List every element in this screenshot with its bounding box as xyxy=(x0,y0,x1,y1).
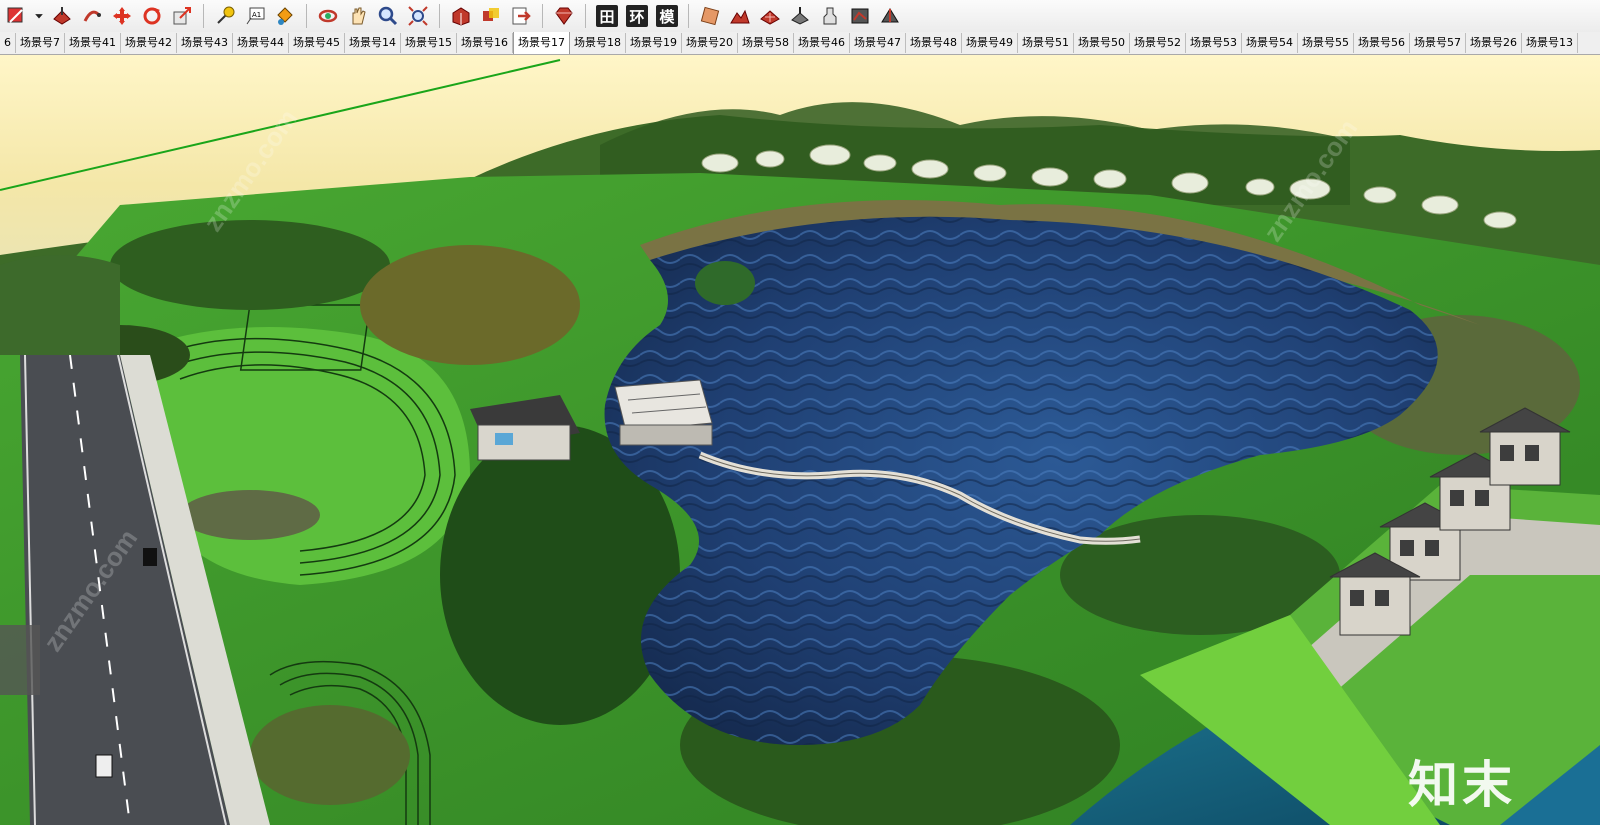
svg-text:A1: A1 xyxy=(252,11,261,19)
scene-tab[interactable]: 场景号18 xyxy=(570,33,626,53)
scene-tab[interactable]: 场景号13 xyxy=(1522,33,1578,53)
scene-tab[interactable]: 场景号7 xyxy=(16,33,65,53)
scene-tab[interactable]: 6 xyxy=(0,33,16,53)
select-tool-icon[interactable] xyxy=(2,2,30,30)
pavilion-right xyxy=(614,379,713,446)
island xyxy=(695,261,755,305)
toolbar-separator xyxy=(439,4,440,28)
scene-tab[interactable]: 场景号55 xyxy=(1298,33,1354,53)
scene-tab[interactable]: 场景号47 xyxy=(850,33,906,53)
drape-icon[interactable] xyxy=(846,2,874,30)
scene-tab[interactable]: 场景号43 xyxy=(177,33,233,53)
scene-tab[interactable]: 场景号45 xyxy=(289,33,345,53)
terrain-icon[interactable] xyxy=(726,2,754,30)
scale-icon[interactable] xyxy=(168,2,196,30)
texture-icon[interactable] xyxy=(696,2,724,30)
paint-bucket-icon[interactable] xyxy=(271,2,299,30)
stamp-icon[interactable] xyxy=(816,2,844,30)
sandbox-icon[interactable] xyxy=(756,2,784,30)
move-icon[interactable] xyxy=(108,2,136,30)
scene-tab[interactable]: 场景号51 xyxy=(1018,33,1074,53)
toolbar: A1 田 环 模 xyxy=(0,0,1600,33)
zoom-icon[interactable] xyxy=(374,2,402,30)
scene-tab[interactable]: 场景号52 xyxy=(1130,33,1186,53)
scene-tab[interactable]: 场景号57 xyxy=(1410,33,1466,53)
warehouse-icon[interactable] xyxy=(447,2,475,30)
flip-edges-icon[interactable] xyxy=(876,2,904,30)
ruby-icon[interactable] xyxy=(550,2,578,30)
environment-glyph-button[interactable]: 环 xyxy=(623,2,651,30)
scene-tab[interactable]: 场景号42 xyxy=(121,33,177,53)
car xyxy=(143,548,157,566)
watermark-logo: 知末 xyxy=(1408,756,1516,814)
components-icon[interactable] xyxy=(477,2,505,30)
scene-tab[interactable]: 场景号19 xyxy=(626,33,682,53)
scene-tab[interactable]: 场景号53 xyxy=(1186,33,1242,53)
dropdown-arrow-icon[interactable] xyxy=(32,2,46,30)
roadside-structure xyxy=(0,625,40,695)
scene-tab[interactable]: 场景号16 xyxy=(457,33,513,53)
left-forest xyxy=(0,255,120,355)
follow-me-icon[interactable] xyxy=(78,2,106,30)
scene-tab[interactable]: 场景号48 xyxy=(906,33,962,53)
share-model-icon[interactable] xyxy=(507,2,535,30)
push-pull-icon[interactable] xyxy=(48,2,76,30)
model-viewport[interactable]: znzmo.com znzmo.com znzmo.com 知末 ID: 595… xyxy=(0,55,1600,825)
tape-measure-icon[interactable] xyxy=(211,2,239,30)
toolbar-separator xyxy=(203,4,204,28)
car xyxy=(95,754,113,778)
text-label-icon[interactable]: A1 xyxy=(241,2,269,30)
scene-tab[interactable]: 场景号44 xyxy=(233,33,289,53)
toolbar-separator xyxy=(306,4,307,28)
rotate-icon[interactable] xyxy=(138,2,166,30)
scene-tab[interactable]: 场景号54 xyxy=(1242,33,1298,53)
orbit-icon[interactable] xyxy=(314,2,342,30)
toolbar-separator xyxy=(542,4,543,28)
scene-tab[interactable]: 场景号50 xyxy=(1074,33,1130,53)
scene-tab[interactable]: 场景号14 xyxy=(345,33,401,53)
scene-tab[interactable]: 场景号17 xyxy=(513,32,570,54)
toolbar-separator xyxy=(585,4,586,28)
scene-tab[interactable]: 场景号15 xyxy=(401,33,457,53)
zoom-extents-icon[interactable] xyxy=(404,2,432,30)
model-glyph-button[interactable]: 模 xyxy=(653,2,681,30)
scene-tab[interactable]: 场景号56 xyxy=(1354,33,1410,53)
scene-tab[interactable]: 场景号49 xyxy=(962,33,1018,53)
scene-tabs: 6 场景号7 场景号41 场景号42 场景号43 场景号44 场景号45 场景号14 场景号15… xyxy=(0,32,1600,55)
pan-icon[interactable] xyxy=(344,2,372,30)
toolbar-separator xyxy=(688,4,689,28)
smoove-icon[interactable] xyxy=(786,2,814,30)
grid-glyph-button[interactable]: 田 xyxy=(593,2,621,30)
scene-tab[interactable]: 场景号41 xyxy=(65,33,121,53)
scene-tab[interactable]: 场景号26 xyxy=(1466,33,1522,53)
scene-tab[interactable]: 场景号20 xyxy=(682,33,738,53)
scene-tab[interactable]: 场景号58 xyxy=(738,33,794,53)
scene-tab[interactable]: 场景号46 xyxy=(794,33,850,53)
